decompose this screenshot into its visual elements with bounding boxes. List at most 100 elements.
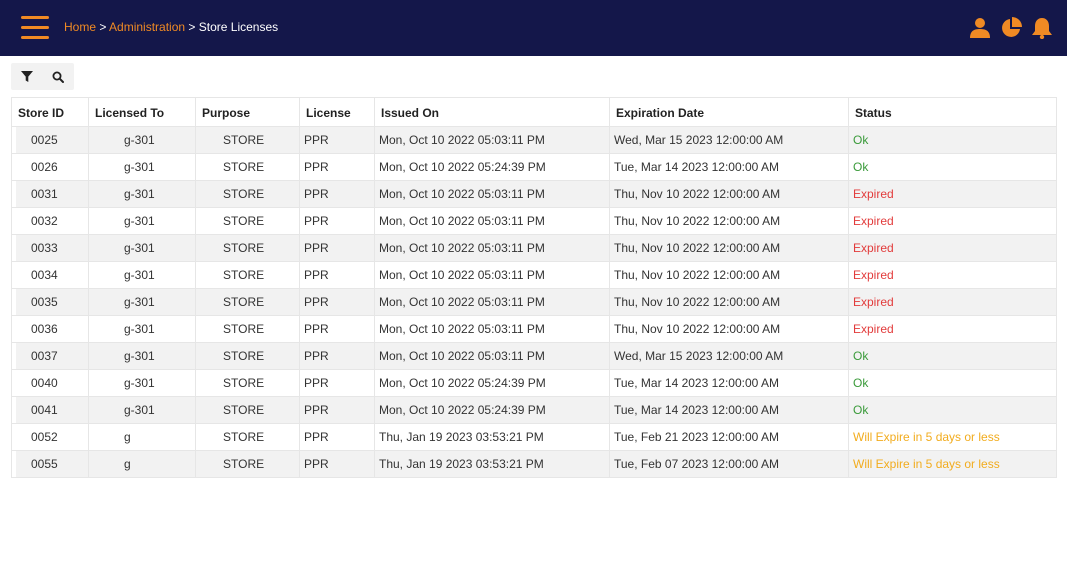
table-row[interactable]: 0040 g-301 STORE PPR Mon, Oct 10 2022 05:24:…: [11, 369, 1057, 397]
cell-issued-on: Thu, Jan 19 2023 03:53:21 PM: [374, 450, 610, 478]
search-button[interactable]: [42, 63, 73, 90]
purpose: STORE: [223, 349, 265, 363]
cell-store-id: 0055: [11, 450, 89, 478]
cell-status: Expired: [848, 315, 1057, 343]
cell-license: PPR: [299, 207, 375, 235]
table-row[interactable]: 0041 g-301 STORE PPR Mon, Oct 10 2022 05:24:…: [11, 396, 1057, 424]
issued-on: Mon, Oct 10 2022 05:03:11 PM: [379, 268, 545, 282]
table-header-row: Store ID Licensed To Purpose License Iss…: [11, 97, 1057, 127]
cell-licensed-to: g-301: [88, 315, 196, 343]
expiration-date: Tue, Mar 14 2023 12:00:00 AM: [614, 160, 779, 174]
license: PPR: [304, 241, 329, 255]
table-row[interactable]: 0034 g-301 STORE PPR Mon, Oct 10 2022 05:03:…: [11, 261, 1057, 289]
cell-license: PPR: [299, 342, 375, 370]
cell-store-id: 0032: [11, 207, 89, 235]
issued-on: Mon, Oct 10 2022 05:03:11 PM: [379, 241, 545, 255]
column-header-issued-on[interactable]: Issued On: [374, 97, 610, 127]
pie-chart-icon[interactable]: [1000, 17, 1022, 39]
license: PPR: [304, 187, 329, 201]
issued-on: Mon, Oct 10 2022 05:24:39 PM: [379, 403, 546, 417]
table-row[interactable]: 0037 g-301 STORE PPR Mon, Oct 10 2022 05:03:…: [11, 342, 1057, 370]
column-header-expiration-date[interactable]: Expiration Date: [609, 97, 849, 127]
bell-icon[interactable]: [1031, 17, 1053, 39]
cell-status: Expired: [848, 288, 1057, 316]
table-row[interactable]: 0031 g-301 STORE PPR Mon, Oct 10 2022 05:03:…: [11, 180, 1057, 208]
cell-purpose: STORE: [195, 315, 300, 343]
licensed-to: g-301: [123, 181, 159, 207]
license: PPR: [304, 295, 329, 309]
user-icon[interactable]: [969, 17, 991, 39]
cell-issued-on: Thu, Jan 19 2023 03:53:21 PM: [374, 423, 610, 451]
cell-status: Expired: [848, 261, 1057, 289]
breadcrumb-home-link[interactable]: Home: [64, 20, 96, 34]
purpose: STORE: [223, 160, 265, 174]
cell-license: PPR: [299, 261, 375, 289]
cell-store-id: 0037: [11, 342, 89, 370]
store-id: 0031: [12, 181, 88, 207]
column-header-purpose[interactable]: Purpose: [195, 97, 300, 127]
cell-purpose: STORE: [195, 153, 300, 181]
cell-expiration-date: Thu, Nov 10 2022 12:00:00 AM: [609, 207, 849, 235]
cell-purpose: STORE: [195, 261, 300, 289]
licensed-to: g: [123, 451, 159, 477]
issued-on: Mon, Oct 10 2022 05:03:11 PM: [379, 214, 545, 228]
licensed-to: g-301: [123, 316, 159, 342]
store-id: 0032: [12, 208, 88, 234]
search-icon: [52, 71, 64, 83]
filter-icon: [20, 70, 33, 82]
cell-license: PPR: [299, 450, 375, 478]
cell-purpose: STORE: [195, 288, 300, 316]
store-id: 0052: [12, 424, 88, 450]
license: PPR: [304, 214, 329, 228]
cell-license: PPR: [299, 396, 375, 424]
column-header-license[interactable]: License: [299, 97, 375, 127]
purpose: STORE: [223, 268, 265, 282]
filter-button[interactable]: [11, 63, 42, 90]
table-row[interactable]: 0055 g STORE PPR Thu, Jan 19 2023 03:53:21 P…: [11, 450, 1057, 478]
table-row[interactable]: 0026 g-301 STORE PPR Mon, Oct 10 2022 05:24:…: [11, 153, 1057, 181]
table-row[interactable]: 0032 g-301 STORE PPR Mon, Oct 10 2022 05:03:…: [11, 207, 1057, 235]
status-text: Expired: [853, 268, 894, 282]
cell-licensed-to: g-301: [88, 207, 196, 235]
cell-status: Expired: [848, 207, 1057, 235]
column-header-store-id[interactable]: Store ID: [11, 97, 89, 127]
expiration-date: Thu, Nov 10 2022 12:00:00 AM: [614, 322, 781, 336]
hamburger-menu-icon[interactable]: [21, 16, 49, 40]
table-row[interactable]: 0036 g-301 STORE PPR Mon, Oct 10 2022 05:03:…: [11, 315, 1057, 343]
expiration-date: Tue, Mar 14 2023 12:00:00 AM: [614, 403, 779, 417]
cell-store-id: 0052: [11, 423, 89, 451]
breadcrumb-administration-link[interactable]: Administration: [109, 20, 185, 34]
cell-status: Ok: [848, 342, 1057, 370]
store-licenses-table: Store ID Licensed To Purpose License Iss…: [11, 97, 1057, 478]
table-row[interactable]: 0052 g STORE PPR Thu, Jan 19 2023 03:53:21 P…: [11, 423, 1057, 451]
cell-licensed-to: g-301: [88, 288, 196, 316]
purpose: STORE: [223, 214, 265, 228]
status-text: Expired: [853, 187, 894, 201]
cell-issued-on: Mon, Oct 10 2022 05:03:11 PM: [374, 315, 610, 343]
store-id: 0037: [12, 343, 88, 369]
purpose: STORE: [223, 187, 265, 201]
table-toolbar: [11, 63, 74, 90]
license: PPR: [304, 349, 329, 363]
purpose: STORE: [223, 322, 265, 336]
cell-purpose: STORE: [195, 342, 300, 370]
cell-store-id: 0034: [11, 261, 89, 289]
table-row[interactable]: 0025 g-301 STORE PPR Mon, Oct 10 2022 05:03:…: [11, 126, 1057, 154]
cell-licensed-to: g-301: [88, 180, 196, 208]
column-header-status[interactable]: Status: [848, 97, 1057, 127]
cell-license: PPR: [299, 288, 375, 316]
store-id: 0034: [12, 262, 88, 288]
cell-issued-on: Mon, Oct 10 2022 05:03:11 PM: [374, 342, 610, 370]
status-text: Expired: [853, 214, 894, 228]
cell-licensed-to: g-301: [88, 126, 196, 154]
store-id: 0025: [12, 127, 88, 153]
store-id: 0036: [12, 316, 88, 342]
expiration-date: Thu, Nov 10 2022 12:00:00 AM: [614, 295, 781, 309]
table-row[interactable]: 0035 g-301 STORE PPR Mon, Oct 10 2022 05:03:…: [11, 288, 1057, 316]
cell-expiration-date: Tue, Feb 07 2023 12:00:00 AM: [609, 450, 849, 478]
column-header-licensed-to[interactable]: Licensed To: [88, 97, 196, 127]
cell-store-id: 0040: [11, 369, 89, 397]
cell-status: Will Expire in 5 days or less: [848, 450, 1057, 478]
store-id: 0055: [12, 451, 88, 477]
table-row[interactable]: 0033 g-301 STORE PPR Mon, Oct 10 2022 05:03:…: [11, 234, 1057, 262]
